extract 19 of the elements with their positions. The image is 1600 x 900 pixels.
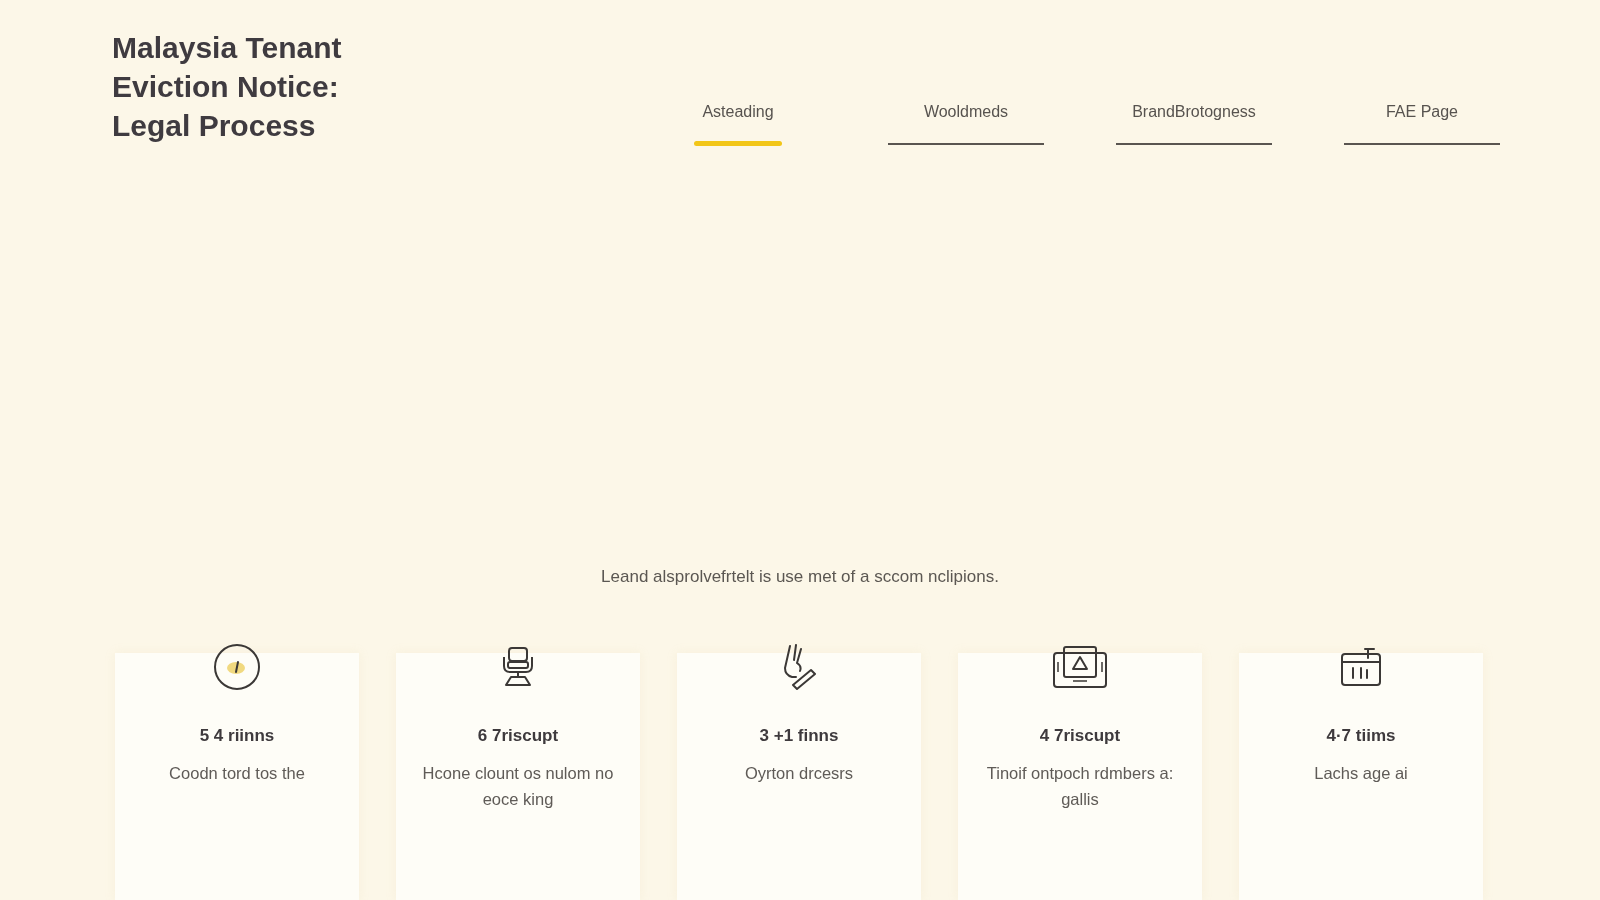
calendar-icon	[1341, 648, 1381, 686]
card-heading: 5 4 riinns	[199, 725, 275, 747]
page-title: Malaysia Tenant Eviction Notice: Legal Process	[112, 30, 343, 144]
card-description: Tinoif ontpoch rdmbers a: gallis	[985, 763, 1175, 810]
card-description: Coodn tord tos the	[169, 763, 305, 784]
card-description: Lachs age ai	[1314, 763, 1408, 784]
dial-icon	[213, 643, 261, 691]
card-heading: 3 +1 finns	[759, 725, 839, 747]
frame-triangle-icon	[1053, 646, 1107, 688]
nav-tab[interactable]: BrandBrotogness	[1116, 102, 1272, 146]
nav-tab[interactable]: Asteading	[660, 102, 816, 146]
nav-tab[interactable]: Wooldmeds	[888, 102, 1044, 146]
card-heading: 6 7riscupt	[477, 725, 559, 747]
caption-text: Leand alsprolvefrtelt is use met of a sccom nclipions.	[600, 566, 1000, 588]
card-heading: 4·7 tiims	[1326, 725, 1396, 747]
card-heading: 4 7riscupt	[1039, 725, 1121, 747]
nav-tab[interactable]: FAE Page	[1344, 102, 1500, 146]
card-description: Oyrton drcesrs	[744, 763, 854, 784]
card-description: Hcone clount os nulom no eoce king	[421, 763, 615, 810]
